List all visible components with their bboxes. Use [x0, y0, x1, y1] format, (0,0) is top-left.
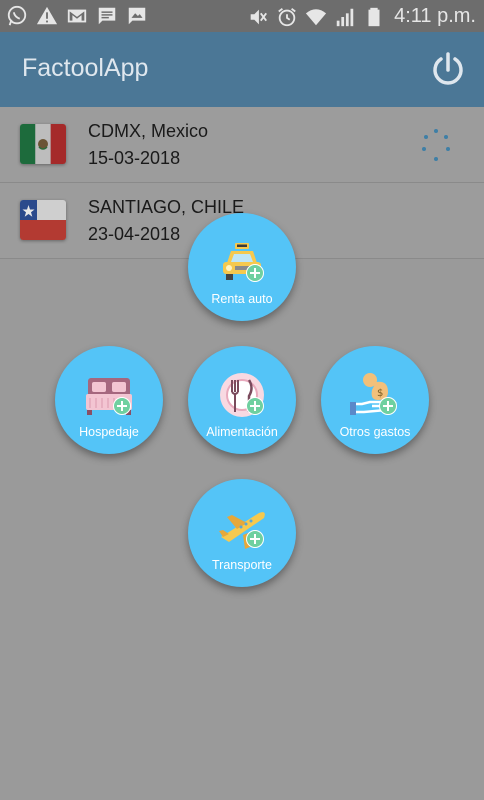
- fab-label: Transporte: [212, 558, 272, 572]
- taxi-icon: [223, 243, 261, 280]
- notification-icons: [6, 5, 148, 27]
- plate-icon: [220, 373, 264, 417]
- airplane-icon: [219, 512, 265, 549]
- wifi-icon: [306, 8, 327, 25]
- warning-icon: [36, 6, 58, 25]
- battery-icon: [368, 7, 380, 26]
- transporte-button[interactable]: Transporte: [188, 479, 296, 587]
- add-badge-icon: [246, 397, 264, 415]
- alimentacion-button[interactable]: Alimentación: [188, 346, 296, 454]
- renta-auto-button[interactable]: Renta auto: [188, 213, 296, 321]
- message-icon: [98, 7, 116, 25]
- add-badge-icon: [246, 530, 264, 548]
- trip-date: 23-04-2018: [88, 224, 181, 244]
- bed-icon: [86, 378, 132, 415]
- trip-row[interactable]: CDMX, Mexico 15-03-2018: [0, 107, 484, 183]
- mexico-flag-icon: [20, 124, 66, 164]
- trip-date: 15-03-2018: [88, 148, 181, 168]
- app-title: FactoolApp: [22, 54, 149, 82]
- add-badge-icon: [246, 264, 264, 282]
- mute-icon: [250, 9, 268, 24]
- fab-label: Otros gastos: [339, 425, 411, 439]
- signal-icon: [336, 8, 354, 26]
- clock: 4:11 p.m.: [394, 5, 476, 27]
- gmail-icon: [67, 9, 87, 23]
- status-bar: 4:11 p.m.: [0, 0, 484, 32]
- add-badge-icon: [379, 397, 397, 415]
- otros-gastos-button[interactable]: $ Otros gastos: [321, 346, 429, 454]
- alarm-icon: [278, 7, 296, 26]
- trip-title: SANTIAGO, CHILE: [88, 197, 245, 217]
- trip-title: CDMX, Mexico: [88, 121, 209, 141]
- chile-flag-icon: [20, 200, 66, 240]
- money-hand-icon: $: [350, 373, 397, 415]
- fab-label: Renta auto: [211, 292, 273, 306]
- add-badge-icon: [113, 397, 131, 415]
- more-options-icon[interactable]: [418, 127, 454, 163]
- app-bar: FactoolApp: [0, 32, 484, 107]
- system-icons: 4:11 p.m.: [247, 5, 476, 28]
- image-message-icon: [128, 7, 146, 25]
- whatsapp-icon: [7, 5, 27, 26]
- power-icon[interactable]: [430, 50, 466, 90]
- fab-label: Hospedaje: [79, 425, 139, 439]
- hospedaje-button[interactable]: Hospedaje: [55, 346, 163, 454]
- fab-label: Alimentación: [206, 425, 278, 439]
